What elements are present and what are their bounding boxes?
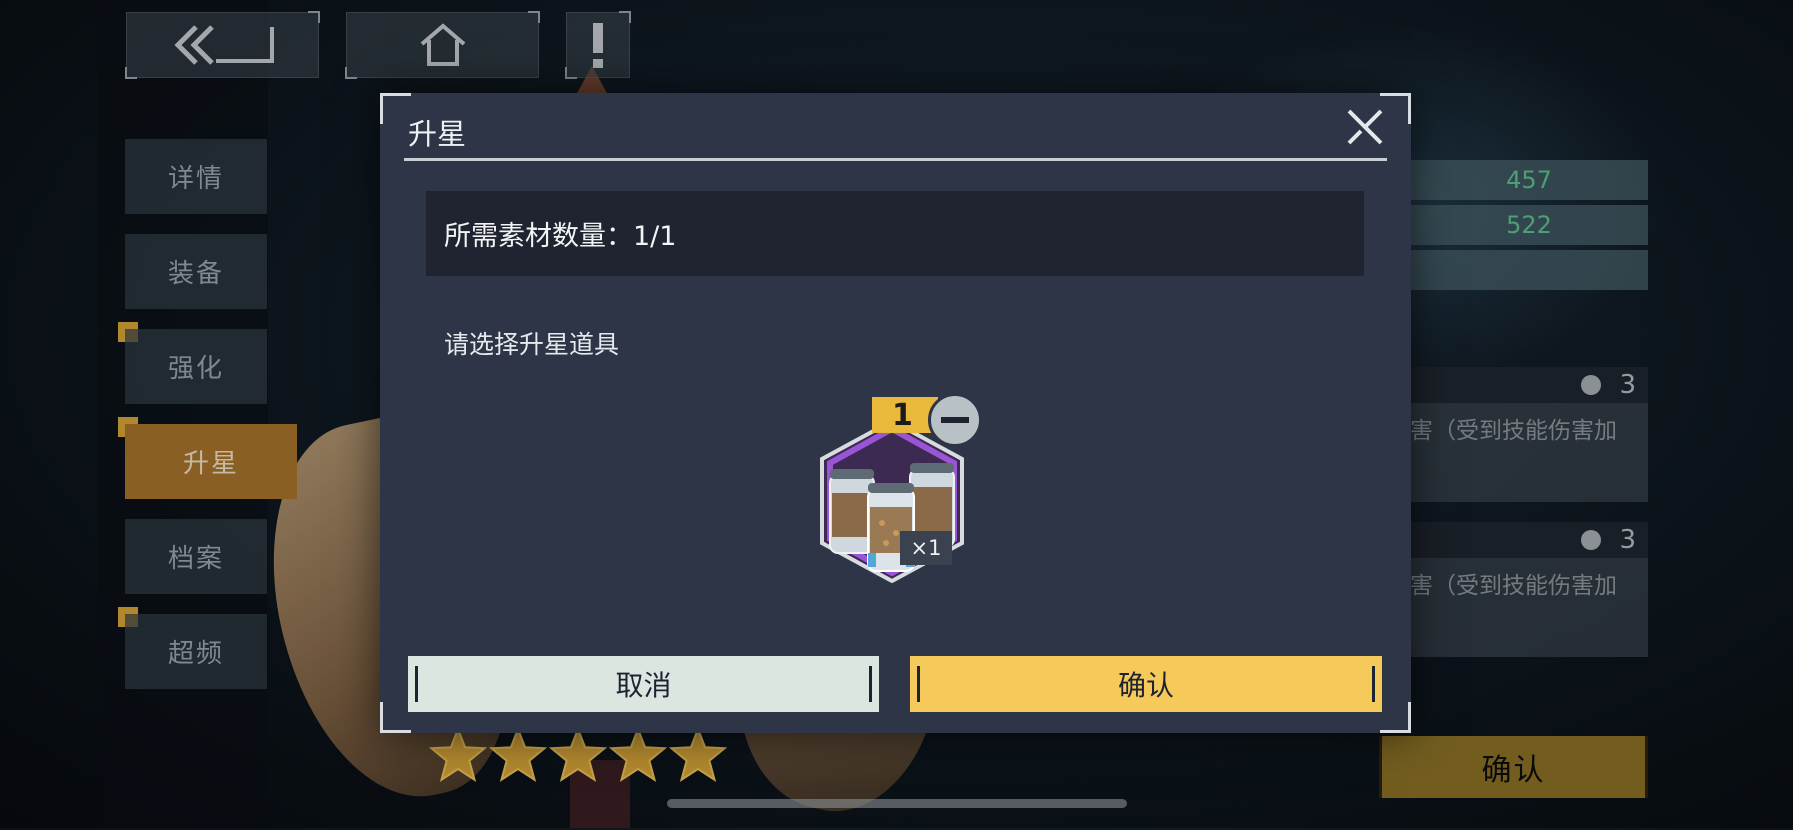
dialog-title: 升星 [408, 117, 467, 151]
required-materials-panel: 所需素材数量：1/1 [426, 191, 1364, 276]
item-quantity: ×1 [900, 531, 952, 565]
home-indicator[interactable] [667, 799, 1127, 808]
confirm-button[interactable]: 确认 [910, 656, 1382, 712]
frame-corner [1380, 702, 1411, 733]
star-up-dialog: 升星 所需素材数量：1/1 请选择升星道具 1 ×1 取消 确认 [380, 93, 1411, 733]
decrease-button[interactable] [928, 393, 982, 447]
minus-icon [941, 417, 969, 423]
close-button[interactable] [1343, 105, 1387, 149]
select-item-prompt: 请选择升星道具 [444, 330, 620, 359]
title-divider [404, 158, 1387, 161]
frame-corner [380, 702, 411, 733]
frame-corner [380, 93, 411, 124]
material-slot[interactable]: 1 ×1 [802, 393, 982, 583]
close-icon [1347, 109, 1383, 145]
cancel-button[interactable]: 取消 [408, 656, 879, 712]
required-materials-text: 所需素材数量：1/1 [444, 221, 677, 252]
